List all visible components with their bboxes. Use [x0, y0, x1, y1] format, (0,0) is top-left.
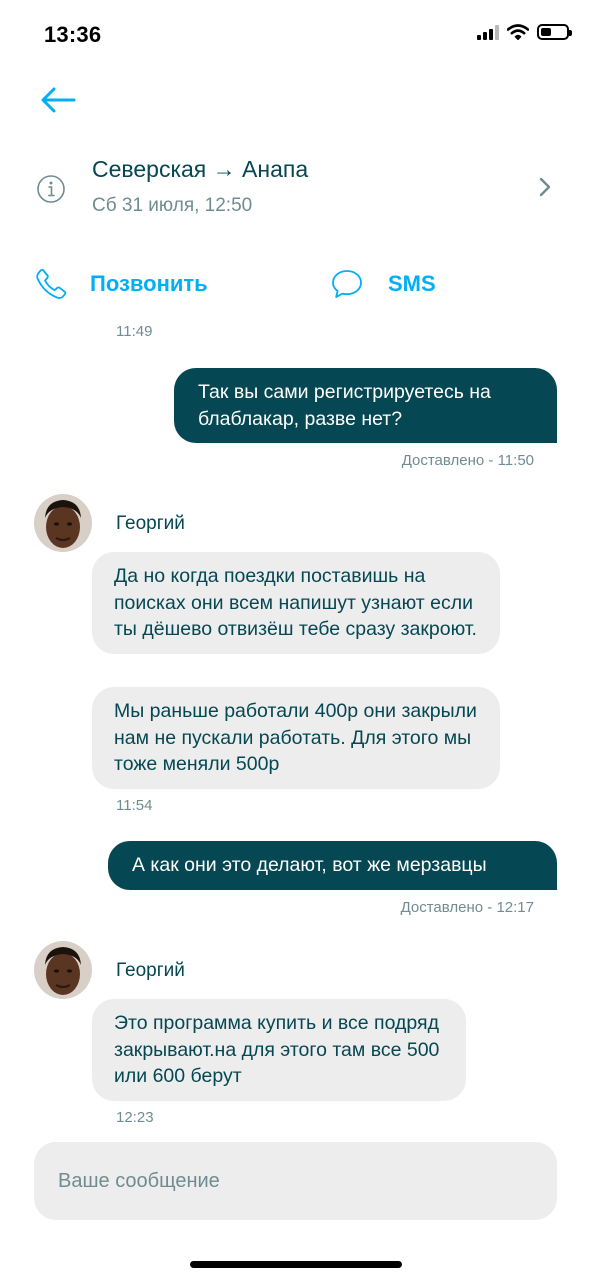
- sms-label: SMS: [388, 271, 436, 296]
- phone-icon: [36, 268, 67, 299]
- avatar[interactable]: [34, 494, 92, 552]
- trip-route: Северская → Анапа: [92, 156, 309, 182]
- sender-name: Георгий: [116, 513, 185, 534]
- delivery-status: Доставлено - 11:50: [401, 452, 534, 469]
- wifi-icon: [507, 24, 529, 40]
- sender-name: Георгий: [116, 960, 185, 981]
- arrow-left-icon: [41, 87, 76, 113]
- outgoing-message[interactable]: А как они это делают, вот же мерзавцы: [108, 841, 557, 890]
- trip-summary[interactable]: Северская → Анапа Сб 31 июля, 12:50: [30, 148, 560, 228]
- avatar-photo: [34, 941, 92, 999]
- message-timestamp: 11:49: [116, 323, 153, 340]
- incoming-message[interactable]: Это программа купить и все подряд закрыв…: [92, 999, 466, 1101]
- incoming-message[interactable]: Да но когда поездки поставишь на поисках…: [92, 552, 500, 654]
- info-circle-icon: [37, 175, 65, 203]
- outgoing-message[interactable]: Так вы сами регистрируетесь на блаблакар…: [174, 368, 557, 443]
- call-label: Позвонить: [90, 271, 208, 296]
- status-icons: [477, 24, 572, 40]
- incoming-message[interactable]: Мы раньше работали 400р они закрыли нам …: [92, 687, 500, 789]
- cellular-signal-icon: [477, 24, 499, 40]
- delivery-status: Доставлено - 12:17: [400, 899, 534, 916]
- status-time: 13:36: [44, 22, 102, 47]
- status-bar: 13:36: [0, 0, 591, 70]
- call-button[interactable]: Позвонить: [34, 266, 208, 302]
- back-button[interactable]: [36, 80, 80, 120]
- message-timestamp: 12:23: [116, 1109, 154, 1126]
- avatar[interactable]: [34, 941, 92, 999]
- chevron-right-icon: [539, 177, 551, 197]
- sms-button[interactable]: SMS: [330, 266, 436, 302]
- home-indicator[interactable]: [190, 1261, 402, 1268]
- battery-icon: [537, 24, 572, 40]
- message-timestamp: 11:54: [116, 797, 153, 814]
- avatar-photo: [34, 494, 92, 552]
- message-composer: [34, 1142, 557, 1220]
- message-input[interactable]: [34, 1142, 557, 1220]
- chat-bubble-icon: [332, 270, 362, 298]
- trip-date: Сб 31 июля, 12:50: [92, 195, 253, 216]
